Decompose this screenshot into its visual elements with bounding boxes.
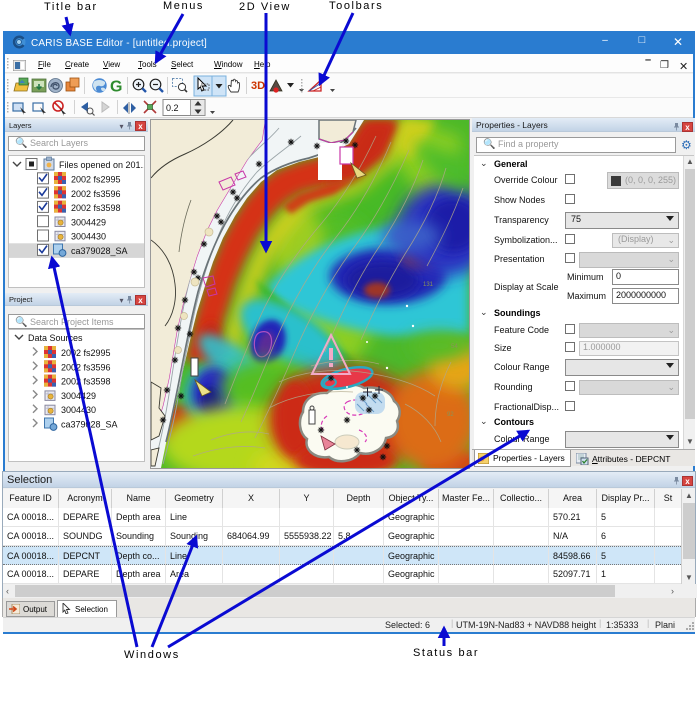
svg-text:2002 fs3596: 2002 fs3596 xyxy=(61,362,111,372)
svg-text:2002 fs2995: 2002 fs2995 xyxy=(61,348,111,358)
svg-text:3004429: 3004429 xyxy=(71,217,106,227)
svg-text:2002 fs3598: 2002 fs3598 xyxy=(61,377,111,387)
svg-text:3D: 3D xyxy=(251,80,265,92)
svg-text:131: 131 xyxy=(423,282,434,288)
svg-text:2002 fs2995: 2002 fs2995 xyxy=(71,175,121,185)
svg-text:Files opened on 201...: Files opened on 201... xyxy=(59,160,144,170)
svg-text:0.2: 0.2 xyxy=(166,103,179,113)
svg-text:ca379028_SA: ca379028_SA xyxy=(71,246,128,256)
svg-text:Data Sources: Data Sources xyxy=(28,333,83,343)
svg-text:3004430: 3004430 xyxy=(61,405,96,415)
svg-text:ca379028_SA: ca379028_SA xyxy=(61,420,118,430)
svg-text:3004430: 3004430 xyxy=(71,232,106,242)
svg-text:2002 fs3598: 2002 fs3598 xyxy=(71,203,121,213)
svg-text:54: 54 xyxy=(451,344,458,350)
svg-text:3004429: 3004429 xyxy=(61,391,96,401)
svg-text:2002 fs3596: 2002 fs3596 xyxy=(71,189,121,199)
svg-text:G: G xyxy=(110,79,122,96)
svg-text:92: 92 xyxy=(447,412,454,418)
